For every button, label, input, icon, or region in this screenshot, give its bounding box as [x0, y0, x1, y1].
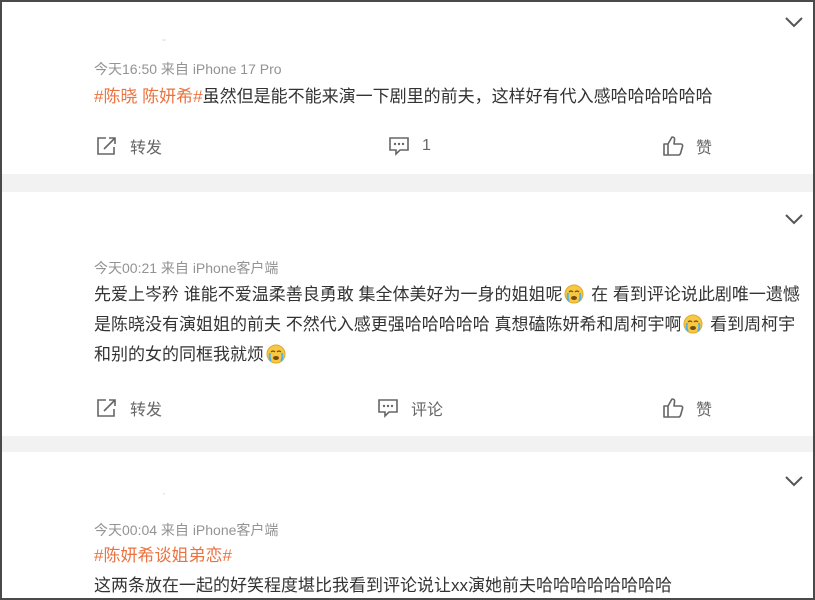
like-button[interactable]: 赞: [662, 131, 712, 161]
crying-face-emoji: [564, 284, 584, 304]
repost-icon: [97, 399, 116, 417]
comment-icon: [378, 399, 398, 418]
repost-label: 转发: [130, 140, 163, 157]
chevron-down-icon[interactable]: [783, 11, 805, 33]
thumbs-up-icon: [663, 136, 684, 156]
comment-button[interactable]: 1: [388, 131, 431, 161]
crying-face-emoji: [266, 344, 286, 364]
comment-icon: [389, 137, 409, 156]
repost-button[interactable]: 转发: [96, 131, 162, 161]
repost-icon: [97, 137, 116, 155]
chevron-down-icon[interactable]: [783, 208, 805, 230]
action-bar: 转发 1 赞: [2, 131, 813, 161]
avatar-placeholder: ·: [162, 486, 166, 500]
hashtag-link[interactable]: #陈晓 陈妍希#: [94, 87, 203, 106]
post-separator: [2, 174, 813, 192]
like-button[interactable]: 赞: [662, 393, 712, 423]
chevron-down-icon[interactable]: [783, 470, 805, 492]
comment-label: 评论: [411, 402, 444, 419]
repost-button[interactable]: 转发: [96, 393, 162, 423]
post-content: 虽然但是能不能来演一下剧里的前夫，这样好有代入感哈哈哈哈哈哈: [202, 87, 713, 106]
post-meta: 今天00:21 来自 iPhone客户端: [94, 260, 279, 276]
post-separator: [2, 436, 813, 452]
post-text: #陈晓 陈妍希#虽然但是能不能来演一下剧里的前夫，这样好有代入感哈哈哈哈哈哈: [94, 82, 806, 112]
avatar-placeholder: -: [162, 32, 166, 46]
post-content: 这两条放在一起的好笑程度堪比我看到评论说让xx演她前夫哈哈哈哈哈哈哈哈: [94, 576, 672, 595]
action-bar: 转发 评论 赞: [2, 393, 813, 423]
crying-face-emoji: [683, 314, 703, 334]
post-content: 先爱上岑矜 谁能不爱温柔善良勇敢 集全体美好为一身的姐姐呢: [94, 285, 563, 304]
thumbs-up-icon: [663, 398, 684, 418]
weibo-feed: - 今天16:50 来自 iPhone 17 Pro #陈晓 陈妍希#虽然但是能…: [0, 0, 815, 600]
comment-button[interactable]: 评论: [377, 393, 443, 423]
post-meta: 今天00:04 来自 iPhone客户端: [94, 522, 279, 538]
hashtag-link[interactable]: #陈妍希谈姐弟恋#: [94, 546, 232, 565]
post-text: 先爱上岑矜 谁能不爱温柔善良勇敢 集全体美好为一身的姐姐呢 在 看到评论说此剧唯…: [94, 280, 806, 370]
post-meta: 今天16:50 来自 iPhone 17 Pro: [94, 61, 282, 77]
like-label: 赞: [696, 140, 713, 157]
like-label: 赞: [696, 402, 713, 419]
repost-label: 转发: [130, 402, 163, 419]
post-text: #陈妍希谈姐弟恋# 这两条放在一起的好笑程度堪比我看到评论说让xx演她前夫哈哈哈…: [94, 541, 806, 598]
post-card: · 今天00:04 来自 iPhone客户端 #陈妍希谈姐弟恋# 这两条放在一起…: [2, 452, 813, 598]
comment-count: 1: [422, 137, 431, 154]
post-card: - 今天16:50 来自 iPhone 17 Pro #陈晓 陈妍希#虽然但是能…: [2, 2, 813, 174]
post-card: 今天00:21 来自 iPhone客户端 先爱上岑矜 谁能不爱温柔善良勇敢 集全…: [2, 192, 813, 436]
